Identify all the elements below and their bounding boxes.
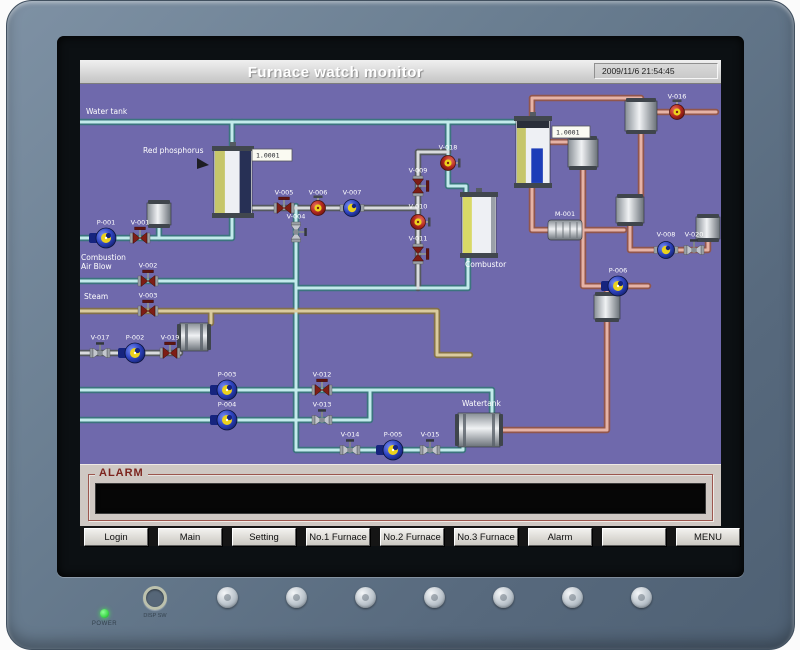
alarm-panel: ALARM	[80, 464, 721, 526]
equipment-label: V-013	[313, 401, 332, 409]
equipment-label: V-016	[668, 93, 687, 101]
alarm-message-display	[95, 483, 706, 514]
power-led	[100, 609, 109, 618]
equipment-label: V-020	[685, 231, 704, 239]
area-label: Combustor	[465, 260, 507, 269]
vessel-separator-1	[568, 136, 598, 170]
equipment-label: V-003	[139, 292, 158, 300]
valve-v-006[interactable]	[311, 196, 326, 216]
area-label: Air Blow	[81, 262, 112, 271]
pump-p-004[interactable]	[210, 410, 237, 430]
equipment-label: V-001	[131, 219, 150, 227]
equipment-label: V-009	[409, 167, 428, 175]
vessel-column-a	[212, 142, 254, 218]
equipment-label: V-006	[309, 189, 328, 197]
title-bar: Furnace watch monitor 2009/11/6 21:54:45	[80, 60, 721, 84]
red-phosphorus-pointer	[197, 158, 209, 169]
equipment-label: V-011	[409, 235, 428, 243]
equipment-label: P-002	[126, 334, 145, 342]
pipe-teal	[296, 254, 468, 288]
equipment-label: V-002	[139, 262, 158, 270]
equipment-label: V-010	[409, 203, 428, 211]
equipment-label: V-007	[343, 189, 362, 197]
equipment-label: M-001	[555, 210, 575, 218]
area-label: Combustion	[81, 253, 126, 262]
equipment-label: P-004	[218, 401, 237, 409]
bezel-button-7[interactable]	[631, 587, 652, 608]
bezel-button-5[interactable]	[493, 587, 514, 608]
vessel-vessel-topright	[625, 98, 657, 134]
pipe-salmon	[532, 98, 641, 118]
pump-p-005[interactable]	[376, 440, 403, 460]
equipment-label: V-004	[287, 213, 306, 221]
pump-p-001[interactable]	[89, 228, 116, 248]
pipe-teal	[80, 390, 492, 414]
svg-text:1.0001: 1.0001	[556, 129, 580, 137]
process-diagram: M-001 P-001 P-002 P-003 P-004 P-005 P-006 V-001…	[80, 84, 721, 464]
area-label: Steam	[84, 292, 108, 301]
pipe-teal	[80, 390, 492, 414]
nav-button-menu[interactable]: MENU	[676, 528, 740, 546]
nav-button-blank[interactable]	[602, 528, 666, 546]
valve-v-007[interactable]	[340, 200, 364, 217]
nav-button-no-2-furnace[interactable]: No.2 Furnace	[380, 528, 444, 546]
pipe-salmon	[532, 186, 548, 230]
equipment-label: P-001	[97, 219, 116, 227]
alarm-label: ALARM	[95, 467, 148, 479]
vessel-tank-left	[147, 200, 171, 228]
bezel-button-2[interactable]	[286, 587, 307, 608]
nav-button-no-3-furnace[interactable]: No.3 Furnace	[454, 528, 518, 546]
pipe-salmon	[503, 286, 607, 430]
equipment-label: V-014	[341, 431, 360, 439]
bezel-button-6[interactable]	[562, 587, 583, 608]
instrument-readout: 1.0001	[252, 149, 292, 161]
nav-button-main[interactable]: Main	[158, 528, 222, 546]
equipment-label: V-005	[275, 189, 294, 197]
bezel-button-3[interactable]	[355, 587, 376, 608]
instrument-readout: 1.0001	[552, 126, 590, 138]
svg-text:1.0001: 1.0001	[256, 152, 280, 160]
equipment-label: V-012	[313, 371, 332, 379]
nav-button-bar: Login Main Setting No.1 Furnace No.2 Furnace…	[80, 526, 721, 546]
area-label: Watertank	[462, 399, 501, 408]
pipe-salmon	[503, 286, 607, 430]
display-select-label: DISP SW	[132, 613, 178, 619]
area-label: Water tank	[86, 107, 128, 116]
valve-v-016[interactable]	[670, 100, 685, 120]
lcd-screen: Furnace watch monitor 2009/11/6 21:54:45…	[80, 60, 721, 546]
nav-button-setting[interactable]: Setting	[232, 528, 296, 546]
nav-button-alarm[interactable]: Alarm	[528, 528, 592, 546]
vessel-blower: M-001	[548, 210, 582, 240]
valve-v-010[interactable]	[411, 215, 431, 230]
equipment-label: P-005	[384, 431, 403, 439]
pump-p-002[interactable]	[118, 343, 145, 363]
pump-p-003[interactable]	[210, 380, 237, 400]
equipment-label: V-015	[421, 431, 440, 439]
vessel-separator-2	[616, 194, 644, 226]
display-select-button[interactable]	[143, 586, 167, 610]
equipment-label: V-017	[91, 334, 110, 342]
equipment-label: V-018	[439, 144, 458, 152]
power-led-label: POWER	[82, 621, 127, 627]
vessel-separator-3	[594, 292, 620, 322]
equipment-label: V-008	[657, 231, 676, 239]
vessel-water-tank	[455, 413, 503, 447]
vessel-combustor	[460, 188, 498, 258]
page-title: Furnace watch monitor	[80, 60, 591, 84]
alarm-frame: ALARM	[88, 474, 713, 521]
pipe-teal	[296, 254, 468, 288]
nav-button-no-1-furnace[interactable]: No.1 Furnace	[306, 528, 370, 546]
vessel-tank-steam	[177, 323, 211, 351]
equipment-label: P-006	[609, 267, 628, 275]
timestamp: 2009/11/6 21:54:45	[594, 63, 718, 79]
valve-v-018[interactable]	[441, 156, 461, 171]
bezel-button-4[interactable]	[424, 587, 445, 608]
equipment-label: V-019	[161, 334, 180, 342]
bezel-button-1[interactable]	[217, 587, 238, 608]
valve-v-008[interactable]	[654, 242, 678, 259]
nav-button-login[interactable]: Login	[84, 528, 148, 546]
vessel-column-b	[514, 112, 552, 188]
equipment-label: P-003	[218, 371, 237, 379]
area-label: Red phosphorus	[143, 146, 204, 155]
